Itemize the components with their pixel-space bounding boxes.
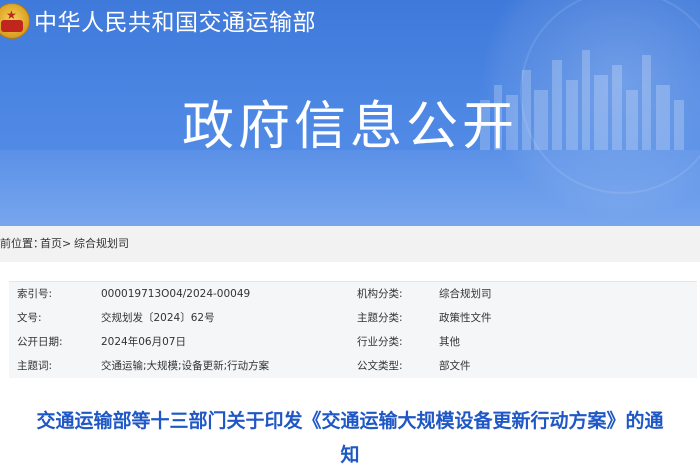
section-title: 政府信息公开 xyxy=(181,97,518,157)
info-value: 000019713O04/2024-00049 xyxy=(101,288,251,300)
breadcrumb-home-link[interactable]: 首页 xyxy=(40,226,62,262)
national-emblem-icon[interactable]: ★ xyxy=(0,3,30,39)
info-value: 2024年06月07日 xyxy=(101,336,186,348)
ministry-name[interactable]: 中华人民共和国交通运输部 xyxy=(34,8,316,38)
info-label: 公文类型: xyxy=(357,360,403,372)
info-value: 其他 xyxy=(439,336,460,348)
info-value: 综合规划司 xyxy=(439,288,492,300)
breadcrumb: 前位置： 首页 > 综合规划司 xyxy=(0,226,700,262)
document-info-table: 索引号: 000019713O04/2024-00049 机构分类: 综合规划司… xyxy=(9,281,697,378)
info-label: 文号: xyxy=(17,312,42,324)
info-row: 主题词: 交通运输;大规模;设备更新;行动方案 公文类型: 部文件 xyxy=(9,354,697,378)
info-label: 公开日期: xyxy=(17,336,63,348)
info-value: 部文件 xyxy=(439,360,471,372)
document-title-line: 交通运输部等十三部门关于印发《交通运输大规模设备更新行动方案》的通 xyxy=(36,410,664,432)
info-row: 索引号: 000019713O04/2024-00049 机构分类: 综合规划司 xyxy=(9,282,697,306)
info-label: 主题分类: xyxy=(357,312,403,324)
info-label: 行业分类: xyxy=(357,336,403,348)
breadcrumb-current-link[interactable]: 综合规划司 xyxy=(74,226,129,262)
info-label: 机构分类: xyxy=(357,288,403,300)
info-value: 政策性文件 xyxy=(439,312,492,324)
info-label: 主题词: xyxy=(17,360,53,372)
info-row: 公开日期: 2024年06月07日 行业分类: 其他 xyxy=(9,330,697,354)
info-value: 交通运输;大规模;设备更新;行动方案 xyxy=(101,360,270,372)
header-banner: ★ 中华人民共和国交通运输部 政府信息公开 xyxy=(0,0,700,226)
breadcrumb-separator: > xyxy=(62,237,72,250)
info-label: 索引号: xyxy=(17,288,53,300)
info-value: 交规划发〔2024〕62号 xyxy=(101,312,215,324)
breadcrumb-label: 前位置： xyxy=(0,237,44,250)
document-title: 交通运输部等十三部门关于印发《交通运输大规模设备更新行动方案》的通 知 xyxy=(0,404,700,472)
info-row: 文号: 交规划发〔2024〕62号 主题分类: 政策性文件 xyxy=(9,306,697,330)
